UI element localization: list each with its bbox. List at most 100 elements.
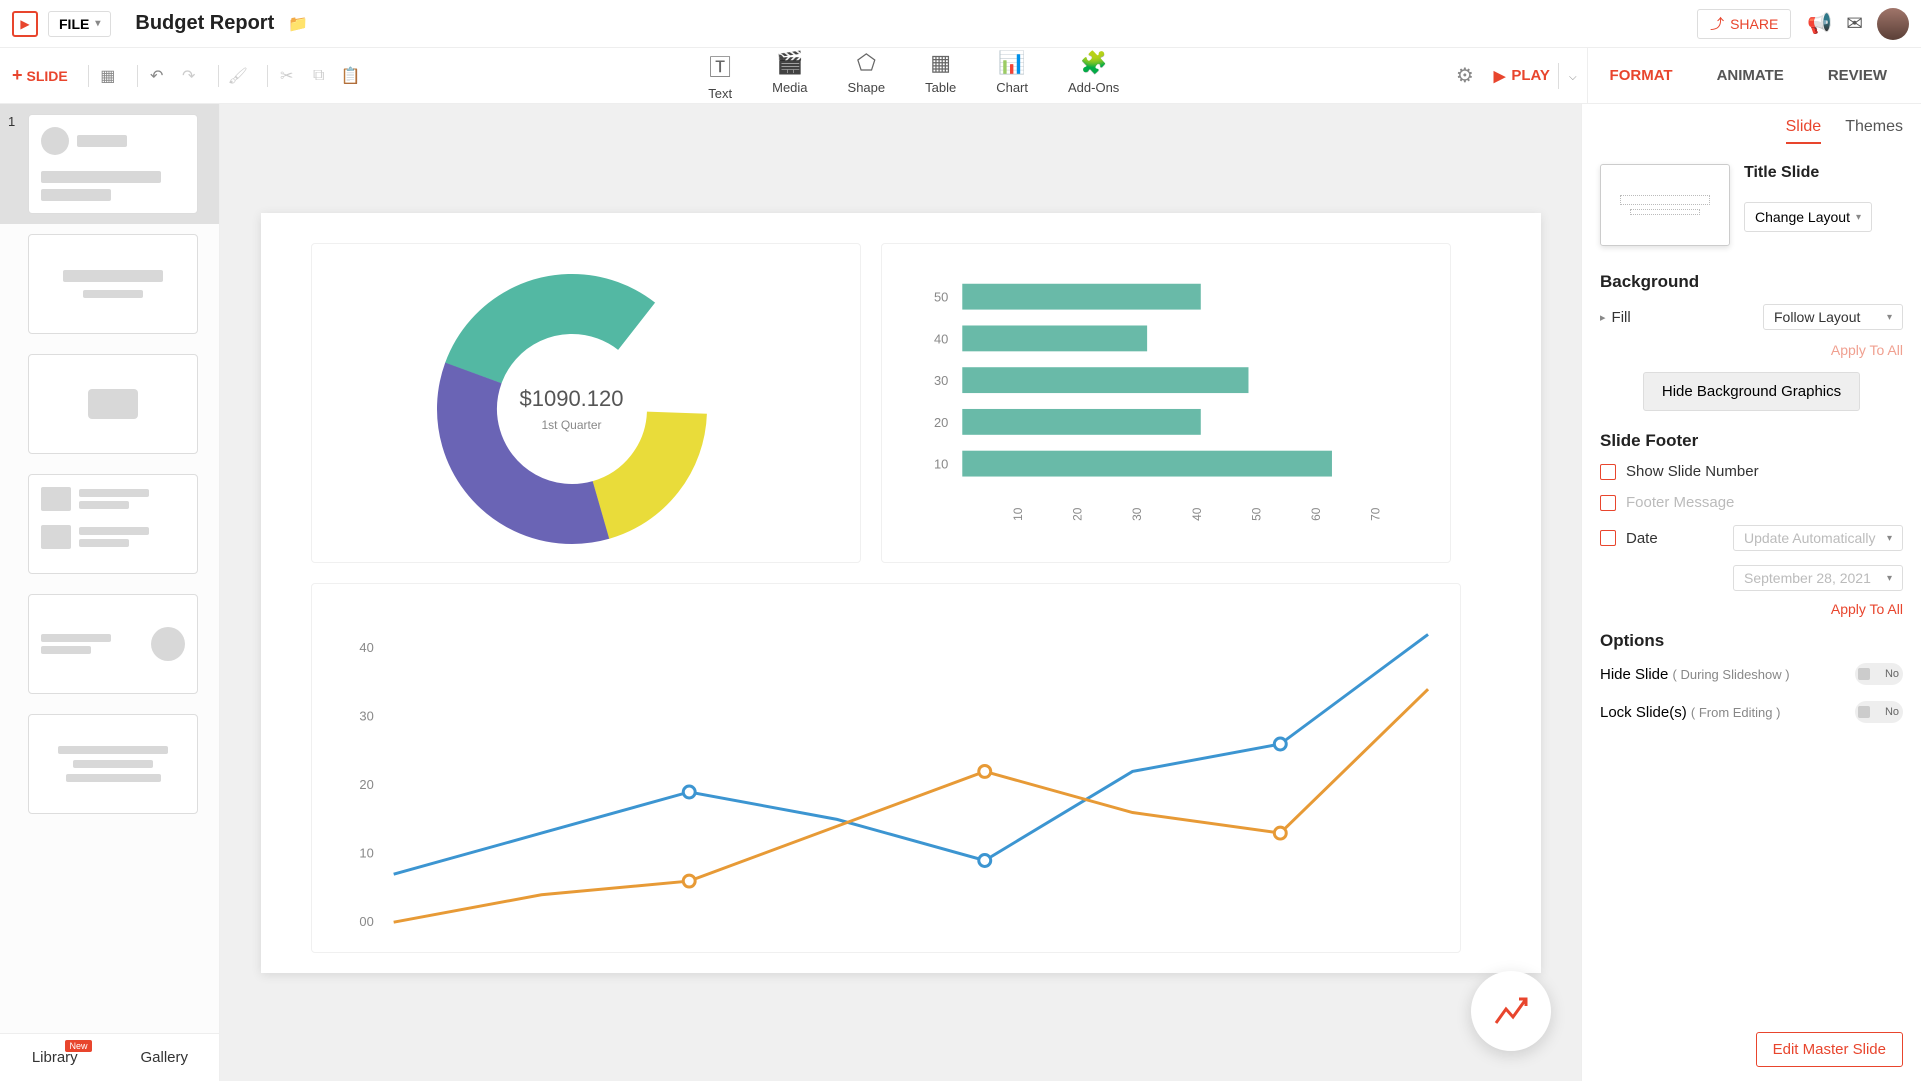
line-chart: 0010203040 xyxy=(312,584,1460,952)
section-background: Background xyxy=(1600,272,1903,292)
tab-format[interactable]: FORMAT xyxy=(1588,48,1695,103)
canvas-area[interactable]: $1090.120 1st Quarter 5040302010 1020304… xyxy=(220,104,1581,1081)
insert-chart-button[interactable]: 📊 Chart xyxy=(996,50,1028,101)
insert-table-label: Table xyxy=(925,80,956,95)
slide-thumb-1[interactable]: 1 xyxy=(0,104,219,224)
section-options: Options xyxy=(1600,631,1903,651)
slide-thumb[interactable] xyxy=(0,344,219,464)
svg-text:40: 40 xyxy=(934,331,948,346)
redo-icon[interactable]: ↷ xyxy=(178,65,200,87)
line-chart-panel[interactable]: 0010203040 xyxy=(311,583,1461,953)
chevron-right-icon[interactable]: ▸ xyxy=(1600,311,1606,324)
subtab-slide[interactable]: Slide xyxy=(1786,118,1822,144)
announcements-icon[interactable]: 📢 xyxy=(1807,11,1832,36)
shape-icon: ⬠ xyxy=(857,50,876,76)
apply-to-all-footer[interactable]: Apply To All xyxy=(1600,601,1903,617)
folder-icon[interactable]: 📁 xyxy=(288,14,308,34)
svg-text:10: 10 xyxy=(359,845,373,860)
play-button[interactable]: ▶ PLAY xyxy=(1494,67,1550,85)
plus-icon: + xyxy=(12,65,23,86)
insert-chart-label: Chart xyxy=(996,80,1028,95)
slide-thumb[interactable] xyxy=(0,464,219,584)
format-sidebar: Slide Themes Title Slide Change Layout ▾… xyxy=(1581,104,1921,1081)
add-slide-label: SLIDE xyxy=(27,68,68,84)
insert-text-button[interactable]: 🅃 Text xyxy=(708,50,732,101)
slide-canvas[interactable]: $1090.120 1st Quarter 5040302010 1020304… xyxy=(261,213,1541,973)
donut-value: $1090.120 xyxy=(520,386,624,412)
file-menu-label: FILE xyxy=(59,16,89,32)
copy-icon[interactable]: ⧉ xyxy=(308,65,330,87)
chevron-down-icon: ▾ xyxy=(95,18,100,29)
svg-text:10: 10 xyxy=(1010,507,1024,521)
svg-text:60: 60 xyxy=(1309,507,1323,521)
tab-gallery[interactable]: Gallery xyxy=(110,1034,220,1081)
lock-slide-label: Lock Slide(s) xyxy=(1600,704,1687,721)
fill-label: Fill xyxy=(1612,309,1631,326)
slide-number: 1 xyxy=(8,114,22,214)
bar-chart-panel[interactable]: 5040302010 10203040506070 xyxy=(881,243,1451,563)
document-title[interactable]: Budget Report xyxy=(135,12,274,35)
play-label: PLAY xyxy=(1511,67,1550,84)
share-button[interactable]: ⤴ SHARE xyxy=(1697,9,1791,39)
hide-bg-graphics-button[interactable]: Hide Background Graphics xyxy=(1643,372,1860,411)
svg-text:50: 50 xyxy=(1249,507,1263,521)
insert-media-button[interactable]: 🎬 Media xyxy=(772,50,807,101)
insert-table-button[interactable]: ▦ Table xyxy=(925,50,956,101)
donut-subtitle: 1st Quarter xyxy=(520,418,624,432)
file-menu-button[interactable]: FILE ▾ xyxy=(48,11,111,37)
date-value-select[interactable]: September 28, 2021▾ xyxy=(1733,565,1903,591)
svg-text:30: 30 xyxy=(1130,507,1144,521)
avatar[interactable] xyxy=(1877,8,1909,40)
show-slide-number-check[interactable]: Show Slide Number xyxy=(1600,463,1903,480)
change-layout-button[interactable]: Change Layout ▾ xyxy=(1744,202,1872,232)
footer-message-check[interactable]: Footer Message xyxy=(1600,494,1903,511)
gear-icon[interactable]: ⚙ xyxy=(1456,63,1474,88)
floating-action-button[interactable] xyxy=(1471,971,1551,1051)
format-painter-icon[interactable]: 🖌 xyxy=(227,65,249,87)
slide-thumb[interactable] xyxy=(0,704,219,824)
date-update-select[interactable]: Update Automatically▾ xyxy=(1733,525,1903,551)
slide-thumb[interactable] xyxy=(0,224,219,344)
layout-picker-icon[interactable]: ▦ xyxy=(97,65,119,87)
add-slide-button[interactable]: + SLIDE xyxy=(12,65,68,86)
svg-text:50: 50 xyxy=(934,289,948,304)
share-label: SHARE xyxy=(1730,16,1778,32)
undo-icon[interactable]: ↶ xyxy=(146,65,168,87)
media-icon: 🎬 xyxy=(776,50,803,76)
edit-master-slide-button[interactable]: Edit Master Slide xyxy=(1756,1032,1903,1067)
play-dropdown[interactable]: ⌵ xyxy=(1558,63,1587,89)
chevron-down-icon: ▾ xyxy=(1887,312,1892,323)
fill-select[interactable]: Follow Layout ▾ xyxy=(1763,304,1903,330)
svg-text:00: 00 xyxy=(359,914,373,929)
lock-slide-toggle[interactable]: No xyxy=(1855,701,1903,723)
text-icon: 🅃 xyxy=(709,50,731,82)
tab-review[interactable]: REVIEW xyxy=(1806,48,1909,103)
svg-text:70: 70 xyxy=(1368,507,1382,521)
svg-text:40: 40 xyxy=(359,640,373,655)
insert-addons-button[interactable]: 🧩 Add-Ons xyxy=(1068,50,1119,101)
checkbox-icon xyxy=(1600,464,1616,480)
paste-icon[interactable]: 📋 xyxy=(340,65,362,87)
tab-library[interactable]: Library New xyxy=(0,1034,110,1081)
mail-icon[interactable]: ✉ xyxy=(1846,11,1863,36)
donut-chart-panel[interactable]: $1090.120 1st Quarter xyxy=(311,243,861,563)
subtab-themes[interactable]: Themes xyxy=(1845,118,1903,144)
app-logo-icon[interactable]: ▶ xyxy=(12,11,38,37)
chart-icon: 📊 xyxy=(998,50,1025,76)
hide-slide-toggle[interactable]: No xyxy=(1855,663,1903,685)
svg-text:20: 20 xyxy=(1070,507,1084,521)
chevron-down-icon: ⌵ xyxy=(1569,72,1577,83)
insert-shape-button[interactable]: ⬠ Shape xyxy=(848,50,886,101)
hide-slide-label: Hide Slide xyxy=(1600,666,1668,683)
slide-panel[interactable]: 1 Library New Gallery xyxy=(0,104,220,1081)
new-badge: New xyxy=(65,1040,91,1052)
insert-shape-label: Shape xyxy=(848,80,886,95)
cut-icon[interactable]: ✂ xyxy=(276,65,298,87)
svg-text:20: 20 xyxy=(359,777,373,792)
svg-text:40: 40 xyxy=(1189,507,1203,521)
slide-thumb[interactable] xyxy=(0,584,219,704)
apply-to-all-background[interactable]: Apply To All xyxy=(1600,342,1903,358)
tab-animate[interactable]: ANIMATE xyxy=(1695,48,1806,103)
insert-addons-label: Add-Ons xyxy=(1068,80,1119,95)
date-check[interactable]: Date Update Automatically▾ xyxy=(1600,525,1903,551)
